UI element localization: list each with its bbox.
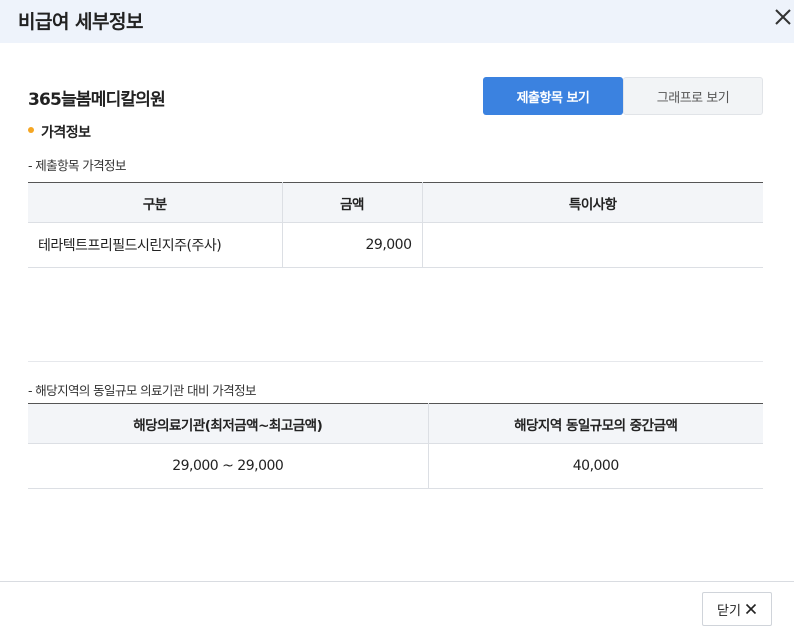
submitted-price-table: 구분 금액 특이사항 테라텍트프리필드시린지주(주사) 29,000: [28, 182, 763, 268]
column-header: 특이사항: [421, 182, 763, 223]
close-icon[interactable]: [772, 6, 794, 28]
table-header-row: 해당의료기관(최저금액~최고금액) 해당지역 동일규모의 중간금액: [28, 403, 763, 444]
table-header-row: 구분 금액 특이사항: [28, 182, 763, 223]
submitted-items-view-button[interactable]: 제출항목 보기: [483, 77, 623, 115]
comparison-subtitle: - 해당지역의 동일규모 의료기관 대비 가격정보: [28, 383, 256, 398]
section-title: 가격정보: [41, 125, 91, 141]
close-icon: [745, 603, 757, 615]
section-divider: [28, 361, 763, 362]
column-header: 금액: [281, 182, 422, 223]
column-header: 해당의료기관(최저금액~최고금액): [28, 403, 428, 444]
comparison-price-table: 해당의료기관(최저금액~최고금액) 해당지역 동일규모의 중간금액 29,000…: [28, 403, 763, 489]
item-name-cell: 테라텍트프리필드시린지주(주사): [28, 222, 282, 268]
modal-title: 비급여 세부정보: [18, 11, 143, 33]
table-row: 테라텍트프리필드시린지주(주사) 29,000: [28, 222, 763, 268]
close-button-label: 닫기: [717, 603, 741, 619]
note-cell: [421, 222, 763, 268]
submitted-subtitle: - 제출항목 가격정보: [28, 158, 126, 173]
close-button[interactable]: 닫기: [702, 592, 772, 626]
column-header: 구분: [28, 182, 282, 223]
footer-divider: [0, 581, 794, 582]
table-row: 29,000 ~ 29,000 40,000: [28, 443, 763, 489]
price-range-cell: 29,000 ~ 29,000: [28, 443, 428, 489]
hospital-name: 365늘봄메디칼의원: [28, 90, 166, 110]
median-price-cell: 40,000: [427, 443, 763, 489]
section-bullet-icon: [28, 127, 34, 133]
column-header: 해당지역 동일규모의 중간금액: [427, 403, 763, 444]
amount-cell: 29,000: [281, 222, 422, 268]
modal-header: 비급여 세부정보: [0, 0, 794, 43]
graph-view-button[interactable]: 그래프로 보기: [623, 77, 763, 115]
